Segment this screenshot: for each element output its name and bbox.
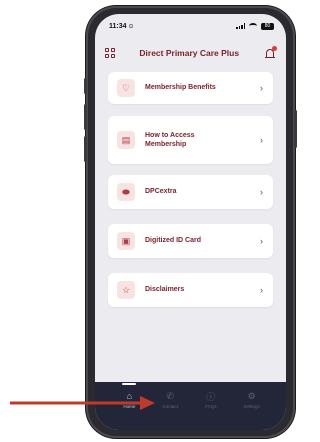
tab-label: FAQs — [205, 404, 217, 409]
phone-mute-switch — [84, 78, 87, 94]
chevron-right-icon: › — [260, 83, 263, 93]
app-title: Direct Primary Care Plus — [139, 48, 240, 58]
menu-card-membership-benefits[interactable]: ♡ Membership Benefits › — [108, 72, 273, 104]
phone-volume-up-button — [84, 104, 87, 130]
location-dot-icon: ⊙ — [128, 23, 134, 30]
menu-card-dpcextra[interactable]: ⬬ DPCextra › — [108, 175, 273, 209]
menu-card-digitized-id-card[interactable]: ▣ Digitized ID Card › — [108, 224, 273, 258]
menu-card-label: How to Access Membership — [145, 131, 195, 148]
tab-contact[interactable]: ✆ Contact — [155, 390, 185, 430]
help-icon: ⓘ — [206, 391, 216, 402]
menu-card-label: Disclaimers — [145, 286, 185, 294]
battery-icon: 80 — [261, 22, 274, 30]
tab-label: Settings — [243, 404, 260, 409]
tab-faqs[interactable]: ⓘ FAQs — [196, 390, 226, 430]
phone-volume-down-button — [84, 136, 87, 162]
phone-power-button — [294, 110, 297, 148]
status-indicators: 80 — [236, 22, 274, 30]
menu-card-label: DPCextra — [145, 188, 177, 196]
wifi-icon — [249, 23, 257, 29]
chevron-right-icon: › — [260, 236, 263, 246]
pill-icon: ⬬ — [117, 183, 135, 201]
status-time: 11:34 — [109, 22, 127, 30]
id-card-icon: ▣ — [117, 232, 135, 250]
menu-card-label: Digitized ID Card — [145, 237, 202, 245]
chevron-right-icon: › — [260, 135, 263, 145]
gift-icon: ♡ — [117, 79, 135, 97]
document-icon: ▤ — [117, 131, 135, 149]
tab-settings[interactable]: ⚙ Settings — [237, 390, 267, 430]
menu-card-label: Membership Benefits — [145, 84, 216, 92]
active-tab-indicator — [122, 383, 137, 385]
annotation-arrow — [10, 396, 155, 410]
notification-bell-icon[interactable] — [264, 46, 277, 59]
grid-menu-icon[interactable] — [105, 48, 115, 58]
tab-label: Contact — [162, 404, 178, 409]
star-icon: ☆ — [117, 281, 135, 299]
menu-card-how-to-access-membership[interactable]: ▤ How to Access Membership › — [108, 116, 273, 164]
phone-icon: ✆ — [166, 390, 174, 401]
signal-icon — [236, 23, 245, 29]
gear-icon: ⚙ — [247, 390, 256, 401]
status-bar: 11:34 ⊙ 80 — [95, 14, 286, 38]
chevron-right-icon: › — [260, 187, 263, 197]
chevron-right-icon: › — [260, 285, 263, 295]
notification-badge — [272, 46, 277, 51]
phone-screen: 11:34 ⊙ 80 Direct Primary Care Plus ♡ Me… — [95, 14, 286, 430]
menu-card-disclaimers[interactable]: ☆ Disclaimers › — [108, 273, 273, 307]
app-header: Direct Primary Care Plus — [95, 38, 286, 68]
